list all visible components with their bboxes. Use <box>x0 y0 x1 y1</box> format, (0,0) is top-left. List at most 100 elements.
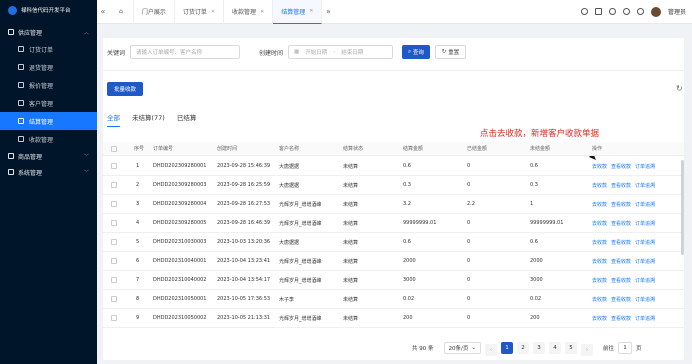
checkbox[interactable] <box>111 296 117 302</box>
page-3[interactable]: 3 <box>532 342 545 354</box>
row-checkbox[interactable] <box>111 271 117 289</box>
avatar[interactable] <box>650 6 661 17</box>
order-trace-link[interactable]: 订单追溯 <box>635 201 655 208</box>
menu-group-supply[interactable]: 供应管理 ︿ <box>0 24 97 40</box>
search-icon[interactable] <box>580 8 588 15</box>
sidebar-item-receipt[interactable]: 收款管理 <box>0 130 97 148</box>
view-receipt-link[interactable]: 查看收款 <box>611 258 631 265</box>
select-all-checkbox[interactable] <box>111 142 117 155</box>
message-icon[interactable] <box>594 8 602 15</box>
view-receipt-link[interactable]: 查看收款 <box>611 220 631 227</box>
keyword-input[interactable]: 请输入订单编号、客户名称 <box>130 45 241 59</box>
view-receipt-link[interactable]: 查看收款 <box>611 201 631 208</box>
table-cell: 2 <box>136 182 140 188</box>
sidebar-item-settlement[interactable]: 结算管理 <box>0 112 97 130</box>
order-trace-link[interactable]: 订单追溯 <box>635 277 655 284</box>
row-checkbox[interactable] <box>111 214 117 232</box>
tab-receipt[interactable]: 收款管理 ✕ <box>224 0 274 24</box>
prev-page-icon[interactable]: ‹ <box>484 344 497 356</box>
order-trace-link[interactable]: 订单追溯 <box>635 296 655 303</box>
bell-icon[interactable] <box>622 8 630 15</box>
page-4[interactable]: 4 <box>548 342 561 354</box>
column-header: 结算金额 <box>403 146 424 152</box>
view-receipt-link[interactable]: 查看收款 <box>611 296 631 303</box>
checkbox[interactable] <box>111 163 117 169</box>
menu-group-goods[interactable]: 商品管理 ﹀ <box>0 148 97 164</box>
view-receipt-link[interactable]: 查看收款 <box>611 163 631 170</box>
receive-link[interactable]: 去收款 <box>592 315 607 322</box>
tab-portal[interactable]: 门户展示 <box>134 0 175 24</box>
batch-receipt-button[interactable]: 批量收款 <box>107 82 144 96</box>
tab-order[interactable]: 订货订单 ✕ <box>175 0 225 24</box>
menu-group-system[interactable]: 系统管理 ﹀ <box>0 164 97 180</box>
order-trace-link[interactable]: 订单追溯 <box>635 258 655 265</box>
sidebar-item-customer[interactable]: 客户管理 <box>0 94 97 112</box>
sidebar-item-order[interactable]: 订货订单 <box>0 40 97 58</box>
receive-link[interactable]: 去收款 <box>592 296 607 303</box>
receive-link[interactable]: 去收款 <box>592 239 607 246</box>
sidebar-item-return[interactable]: 退货管理 <box>0 58 97 76</box>
checkbox[interactable] <box>111 277 117 283</box>
tab-settlement[interactable]: 结算管理 ✕ <box>273 0 323 24</box>
search-button[interactable]: ⌕ 查询 <box>402 45 430 59</box>
order-trace-link[interactable]: 订单追溯 <box>635 182 655 189</box>
order-trace-link[interactable]: 订单追溯 <box>635 163 655 170</box>
table-row: 2 DHDD202309280003 2023-09-28 16:25:59 大唐据据… <box>103 176 684 195</box>
order-trace-link[interactable]: 订单追溯 <box>635 220 655 227</box>
receive-link[interactable]: 去收款 <box>592 163 607 170</box>
order-trace-link[interactable]: 订单追溯 <box>635 315 655 322</box>
order-trace-link[interactable]: 订单追溯 <box>635 239 655 246</box>
row-checkbox[interactable] <box>111 252 117 270</box>
page-1[interactable]: 1 <box>500 342 513 354</box>
row-checkbox[interactable] <box>111 195 117 213</box>
page-5[interactable]: 5 <box>564 342 577 354</box>
view-receipt-link[interactable]: 查看收款 <box>611 182 631 189</box>
row-checkbox[interactable] <box>111 233 117 251</box>
checkbox[interactable] <box>111 182 117 188</box>
page-2[interactable]: 2 <box>516 342 529 354</box>
checkbox[interactable] <box>111 315 117 321</box>
table-cell: 9 <box>136 315 140 321</box>
row-checkbox[interactable] <box>111 176 117 194</box>
tab-label: 结算管理 <box>281 8 306 16</box>
close-icon[interactable]: ✕ <box>309 8 313 14</box>
sidebar-item-quote[interactable]: 报价管理 <box>0 76 97 94</box>
row-actions: 去收款 查看收款 订单追溯 <box>592 271 659 289</box>
close-icon[interactable]: ✕ <box>211 9 215 15</box>
tab-scroll-right-icon[interactable]: » <box>322 7 334 16</box>
home-tab[interactable]: ⌂ <box>109 0 134 24</box>
tab-all[interactable]: 全部 <box>107 112 120 127</box>
receive-link[interactable]: 去收款 <box>592 182 607 189</box>
receive-link[interactable]: 去收款 <box>592 201 607 208</box>
row-checkbox[interactable] <box>111 157 117 175</box>
tab-settled[interactable]: 已结算 <box>177 112 197 127</box>
row-checkbox[interactable] <box>111 309 117 327</box>
reset-button[interactable]: ↻ 重置 <box>434 45 467 59</box>
help-icon[interactable] <box>608 8 616 15</box>
checkbox[interactable] <box>111 220 117 226</box>
tab-unsettled[interactable]: 未结算(77) <box>132 112 165 127</box>
refresh-icon[interactable]: ↻ <box>676 84 683 93</box>
receive-link[interactable]: 去收款 <box>592 258 607 265</box>
date-range-picker[interactable]: ▦ 开始日期 - 结束日期 <box>288 45 394 59</box>
view-receipt-link[interactable]: 查看收款 <box>611 239 631 246</box>
checkbox[interactable] <box>111 258 117 264</box>
receive-link[interactable]: 去收款 <box>592 277 607 284</box>
column-header: 客户名称 <box>279 146 300 152</box>
scrollbar[interactable] <box>681 160 684 255</box>
row-checkbox[interactable] <box>111 290 117 308</box>
globe-icon[interactable] <box>636 8 644 15</box>
view-receipt-link[interactable]: 查看收款 <box>611 277 631 284</box>
goto-page-input[interactable]: 1 <box>617 342 632 354</box>
view-receipt-link[interactable]: 查看收款 <box>611 315 631 322</box>
checkbox[interactable] <box>111 145 117 152</box>
checkbox[interactable] <box>111 239 117 245</box>
table-cell: 2023-09-28 16:25:59 <box>217 182 271 188</box>
page-size-select[interactable]: 20条/页 ⌄ <box>443 342 481 354</box>
tab-scroll-left-icon[interactable]: « <box>97 7 109 16</box>
next-page-icon[interactable]: › <box>580 344 593 356</box>
close-icon[interactable]: ✕ <box>260 9 264 15</box>
checkbox[interactable] <box>111 201 117 207</box>
user-name[interactable]: 管理员 <box>668 7 686 16</box>
receive-link[interactable]: 去收款 <box>592 220 607 227</box>
